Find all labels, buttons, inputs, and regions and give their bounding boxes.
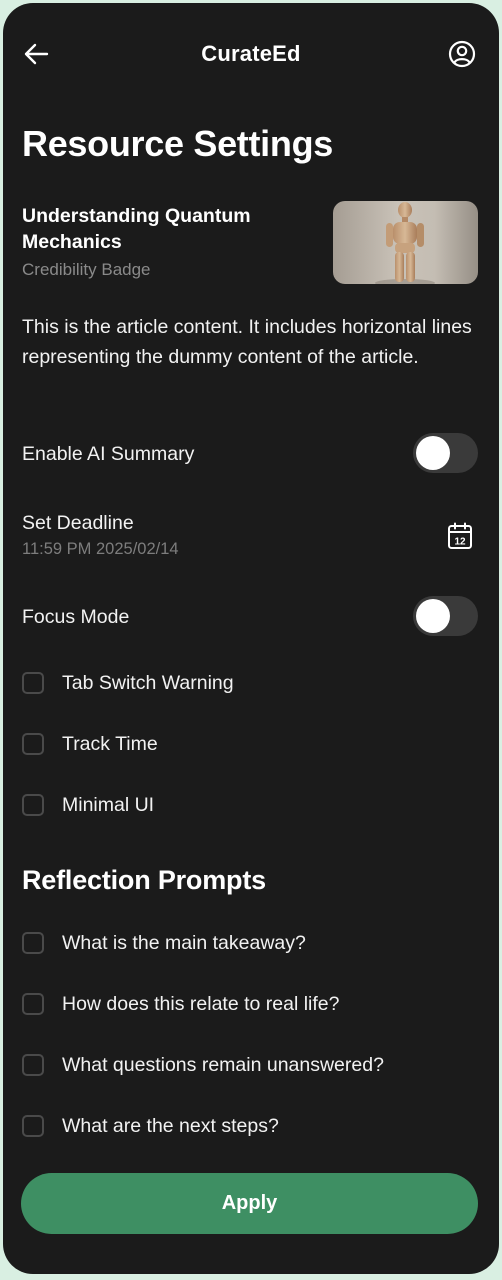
checkbox[interactable] (22, 1054, 44, 1076)
track-time-option[interactable]: Track Time (22, 729, 158, 759)
checkbox[interactable] (22, 794, 44, 816)
reflection-prompt-item[interactable]: What questions remain unanswered? (22, 1050, 384, 1080)
app-title: CurateEd (201, 41, 301, 66)
toggle-knob (416, 436, 450, 470)
prompt-label: What are the next steps? (62, 1114, 279, 1137)
ai-summary-label: Enable AI Summary (22, 443, 195, 465)
option-label: Minimal UI (62, 793, 155, 816)
checkbox[interactable] (22, 1115, 44, 1137)
svg-text:12: 12 (454, 537, 466, 548)
article-thumbnail (333, 201, 478, 284)
ai-summary-toggle[interactable] (413, 433, 478, 473)
toggle-knob (416, 599, 450, 633)
prompt-label: What is the main takeaway? (62, 931, 306, 954)
reflection-prompt-item[interactable]: What is the main takeaway? (22, 928, 306, 958)
phone-screen: CurateEd Resource Settings Understanding… (3, 3, 499, 1274)
calendar-button[interactable]: 12 (440, 516, 480, 556)
page-title: Resource Settings (22, 123, 333, 164)
calendar-icon: 12 (448, 522, 472, 549)
prompt-label: How does this relate to real life? (62, 992, 340, 1015)
reflection-prompts-heading: Reflection Prompts (22, 865, 266, 895)
tab-switch-warning-option[interactable]: Tab Switch Warning (22, 668, 234, 698)
reflection-prompt-item[interactable]: How does this relate to real life? (22, 989, 339, 1019)
option-label: Track Time (62, 732, 158, 755)
wooden-mannequin-image (375, 202, 435, 284)
article-content: This is the article content. It includes… (22, 316, 472, 368)
checkbox[interactable] (22, 672, 44, 694)
checkbox[interactable] (22, 733, 44, 755)
reflection-prompt-item[interactable]: What are the next steps? (22, 1111, 279, 1141)
apply-button[interactable]: Apply (21, 1173, 478, 1234)
option-label: Tab Switch Warning (62, 671, 234, 694)
prompt-label: What questions remain unanswered? (62, 1053, 384, 1076)
deadline-label: Set Deadline (22, 512, 134, 534)
profile-button[interactable] (442, 34, 482, 74)
credibility-badge: Credibility Badge (22, 260, 151, 279)
checkbox[interactable] (22, 993, 44, 1015)
article-title: Understanding Quantum Mechanics (22, 205, 251, 253)
checkbox[interactable] (22, 932, 44, 954)
user-circle-icon (448, 40, 476, 68)
minimal-ui-option[interactable]: Minimal UI (22, 790, 154, 820)
focus-mode-toggle[interactable] (413, 596, 478, 636)
focus-mode-label: Focus Mode (22, 606, 130, 628)
deadline-value: 11:59 PM 2025/02/14 (22, 540, 179, 558)
